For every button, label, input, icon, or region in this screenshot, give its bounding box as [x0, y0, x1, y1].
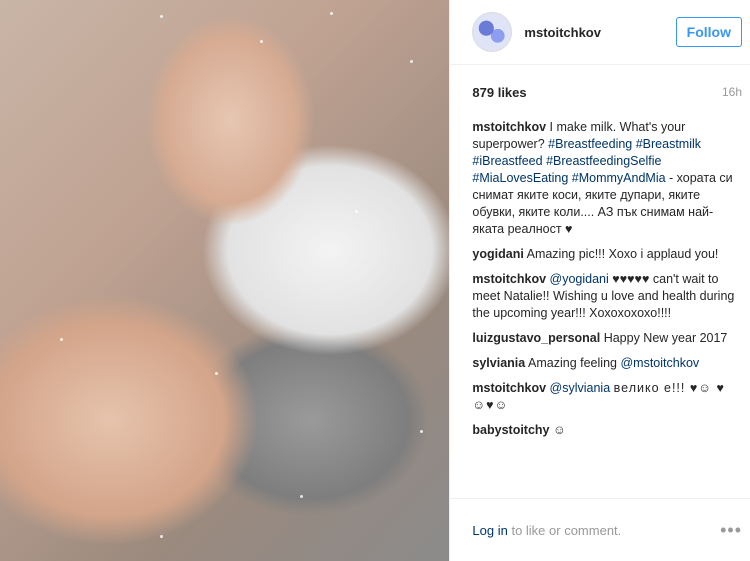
snow-dot — [330, 12, 333, 15]
comment-item: sylviania Amazing feeling @mstoitchkov — [472, 355, 738, 372]
comment-item: babystoitchy ☺ — [472, 422, 738, 439]
comment-mention[interactable]: @yogidani — [550, 272, 609, 286]
snow-dot — [300, 495, 303, 498]
follow-button[interactable]: Follow — [675, 17, 742, 47]
instagram-post: mstoitchkov Follow 879 likes 16h mstoitc… — [0, 0, 750, 561]
comment-username[interactable]: babystoitchy — [472, 423, 549, 437]
snow-dot — [260, 40, 263, 43]
more-options-icon[interactable]: ••• — [720, 520, 742, 541]
post-photo — [0, 0, 450, 561]
snow-dot — [420, 430, 423, 433]
post-username[interactable]: mstoitchkov — [524, 25, 675, 40]
comment-text: Happy New year 2017 — [603, 331, 728, 345]
snow-dot — [160, 535, 163, 538]
comment-text: ☺ — [553, 423, 566, 437]
comment-text: Amazing feeling — [528, 356, 617, 370]
comment-username[interactable]: yogidani — [472, 247, 523, 261]
comment-item: mstoitchkov I make milk. What's your sup… — [472, 119, 738, 238]
snow-dot — [355, 210, 358, 213]
snow-dot — [215, 372, 218, 375]
snow-dot — [160, 15, 163, 18]
post-header: mstoitchkov Follow — [450, 0, 750, 65]
comment-text: Amazing pic!!! Xoxo i applaud you! — [526, 247, 719, 261]
comment-item: luizgustavo_personal Happy New year 2017 — [472, 330, 738, 347]
comment-username[interactable]: mstoitchkov — [472, 272, 546, 286]
comments-list: mstoitchkov I make milk. What's your sup… — [450, 119, 750, 479]
comment-mention[interactable]: @mstoitchkov — [620, 356, 699, 370]
likes-row: 879 likes 16h — [450, 65, 750, 119]
comment-mention[interactable]: @sylviania — [550, 381, 611, 395]
comment-username[interactable]: mstoitchkov — [472, 120, 546, 134]
login-footer: Log in to like or comment. ••• — [450, 498, 750, 561]
comment-item: mstoitchkov @sylviania велико е!!! ♥☺ ♥☺… — [472, 380, 738, 414]
avatar[interactable] — [472, 12, 513, 52]
likes-count[interactable]: 879 likes — [472, 85, 526, 100]
snow-dot — [410, 60, 413, 63]
login-text: to like or comment. — [511, 522, 622, 538]
comment-item: yogidani Amazing pic!!! Xoxo i applaud y… — [472, 246, 738, 263]
post-time[interactable]: 16h — [722, 85, 742, 99]
post-sidebar: mstoitchkov Follow 879 likes 16h mstoitc… — [449, 0, 750, 561]
comment-username[interactable]: mstoitchkov — [472, 381, 546, 395]
snow-dot — [60, 338, 63, 341]
login-link[interactable]: Log in — [472, 523, 507, 538]
comment-username[interactable]: luizgustavo_personal — [472, 331, 600, 345]
comment-username[interactable]: sylviania — [472, 356, 525, 370]
comment-item: mstoitchkov @yogidani ♥♥♥♥♥ can't wait t… — [472, 271, 738, 322]
login-prompt: Log in to like or comment. — [472, 523, 720, 538]
